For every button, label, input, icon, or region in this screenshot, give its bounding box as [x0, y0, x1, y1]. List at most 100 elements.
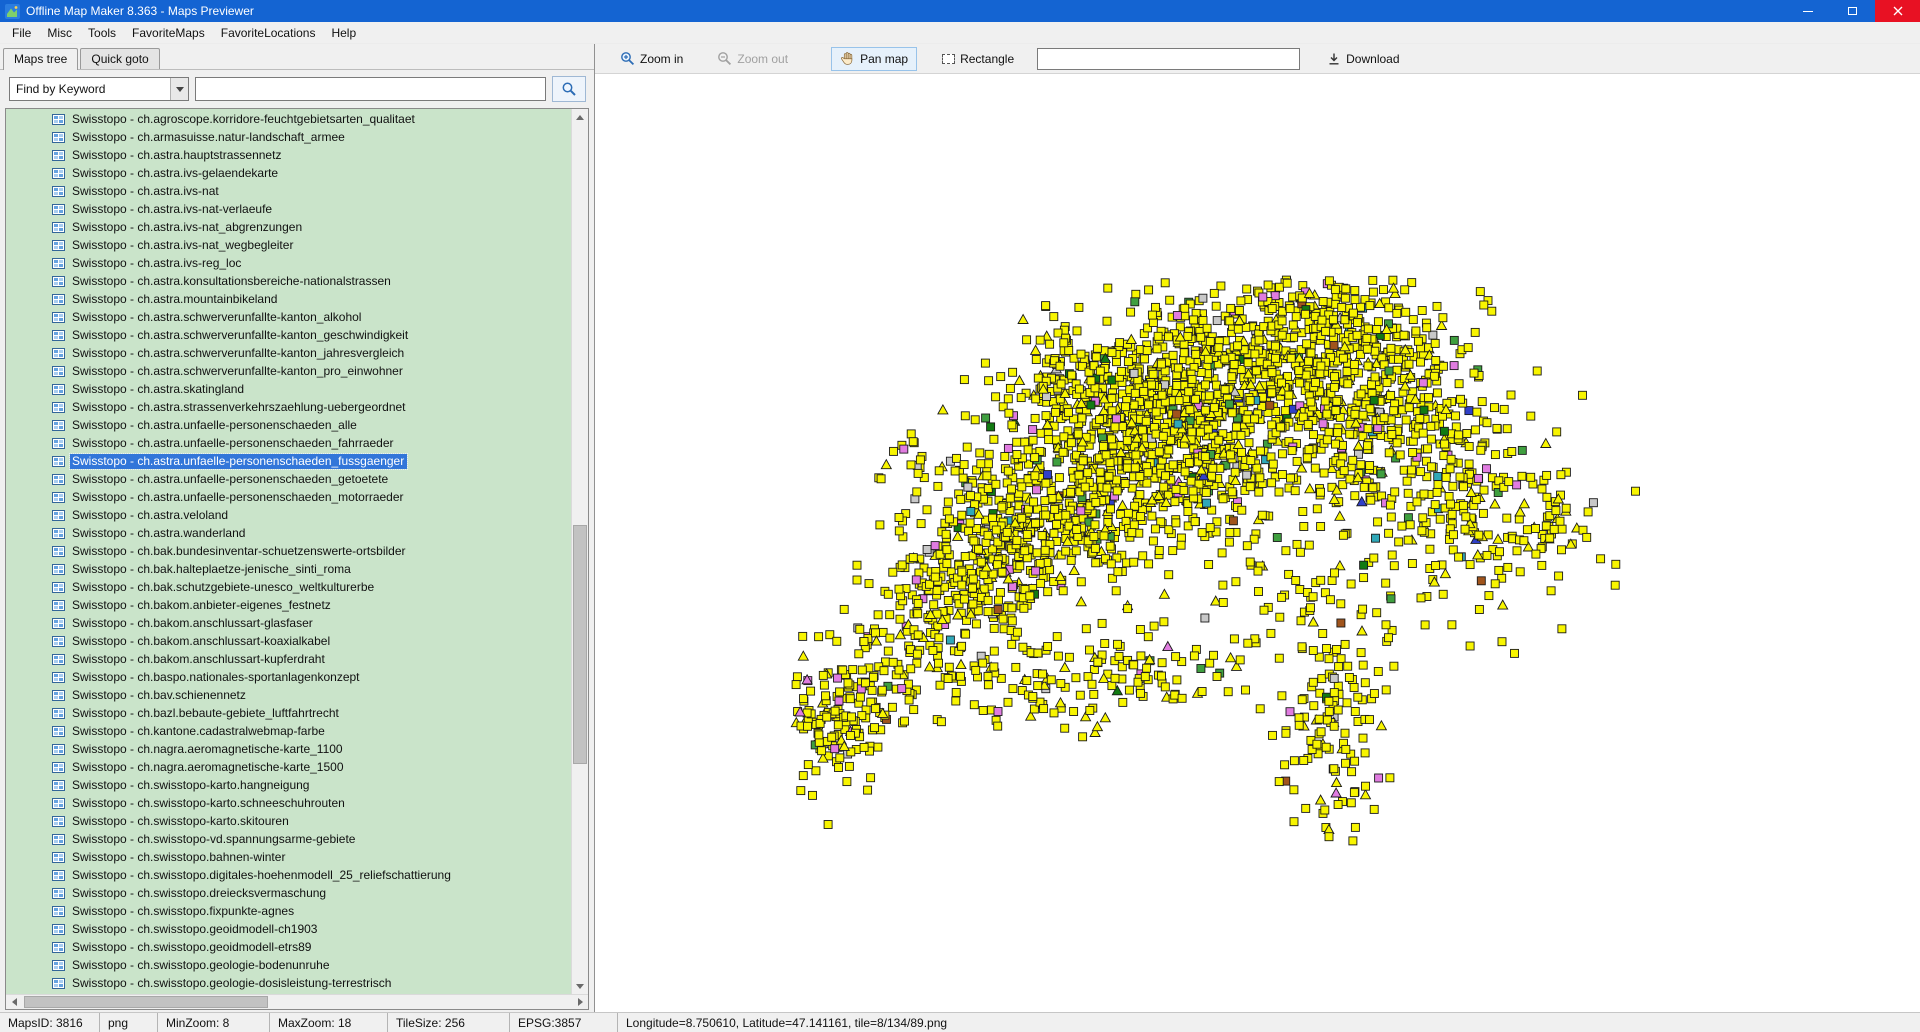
tab-quick-goto[interactable]: Quick goto	[80, 48, 160, 69]
tree-item[interactable]: Swisstopo - ch.astra.unfaelle-personensc…	[6, 452, 571, 470]
tree-item[interactable]: Swisstopo - ch.swisstopo.geologie-dosisl…	[6, 974, 571, 992]
tree-item[interactable]: Swisstopo - ch.bakom.anschlussart-koaxia…	[6, 632, 571, 650]
tree-item[interactable]: Swisstopo - ch.astra.unfaelle-personensc…	[6, 416, 571, 434]
search-input[interactable]	[195, 77, 546, 101]
tree-item-label: Swisstopo - ch.bak.bundesinventar-schuet…	[72, 543, 406, 558]
tree-item[interactable]: Swisstopo - ch.astra.ivs-nat	[6, 182, 571, 200]
tree-item[interactable]: Swisstopo - ch.astra.schwerverunfallte-k…	[6, 344, 571, 362]
tree-item[interactable]: Swisstopo - ch.bakom.anschlussart-glasfa…	[6, 614, 571, 632]
menu-misc[interactable]: Misc	[39, 24, 80, 42]
map-toolbar-input[interactable]	[1037, 47, 1301, 70]
scroll-left-button[interactable]	[6, 995, 22, 1009]
pan-map-button[interactable]: Pan map	[831, 46, 918, 71]
tree-item[interactable]: Swisstopo - ch.astra.ivs-reg_loc	[6, 254, 571, 272]
scroll-up-button[interactable]	[572, 109, 588, 125]
tree-item-label: Swisstopo - ch.swisstopo.digitales-hoehe…	[72, 867, 451, 882]
map-layer-icon	[52, 617, 65, 630]
tree-item[interactable]: Swisstopo - ch.bav.schienennetz	[6, 686, 571, 704]
tree-item[interactable]: Swisstopo - ch.astra.strassenverkehrszae…	[6, 398, 571, 416]
tree-item[interactable]: Swisstopo - ch.astra.schwerverunfallte-k…	[6, 362, 571, 380]
tree-item[interactable]: Swisstopo - ch.astra.ivs-gelaendekarte	[6, 164, 571, 182]
map-layer-icon	[52, 383, 65, 396]
arrow-down-icon	[576, 983, 584, 989]
tree-item[interactable]: Swisstopo - ch.swisstopo-karto.skitouren	[6, 812, 571, 830]
tree-item[interactable]: Swisstopo - ch.swisstopo.geologie-bodenu…	[6, 956, 571, 974]
status-maps-id: MapsID: 3816	[0, 1013, 100, 1032]
download-button[interactable]: Download	[1318, 47, 1408, 71]
tree-item[interactable]: Swisstopo - ch.astra.wanderland	[6, 524, 571, 542]
tree-item[interactable]: Swisstopo - ch.astra.schwerverunfallte-k…	[6, 326, 571, 344]
map-viewport[interactable]	[595, 74, 1920, 1012]
tree-item[interactable]: Swisstopo - ch.astra.ivs-nat-verlaeufe	[6, 200, 571, 218]
search-button[interactable]	[552, 76, 586, 102]
tree-item[interactable]: Swisstopo - ch.astra.skatingland	[6, 380, 571, 398]
menu-tools[interactable]: Tools	[80, 24, 124, 42]
zoom-in-button[interactable]: Zoom in	[611, 47, 692, 71]
tree-item[interactable]: Swisstopo - ch.astra.mountainbikeland	[6, 290, 571, 308]
tree-item-label: Swisstopo - ch.astra.schwerverunfallte-k…	[72, 327, 409, 342]
tree-item[interactable]: Swisstopo - ch.nagra.aeromagnetische-kar…	[6, 740, 571, 758]
tree-horizontal-scrollbar[interactable]	[6, 994, 588, 1009]
find-mode-dropdown[interactable]: Find by Keyword	[9, 77, 189, 101]
tree-item[interactable]: Swisstopo - ch.armasuisse.natur-landscha…	[6, 128, 571, 146]
tree-item[interactable]: Swisstopo - ch.swisstopo.geoidmodell-etr…	[6, 938, 571, 956]
tree-item[interactable]: Swisstopo - ch.bak.bundesinventar-schuet…	[6, 542, 571, 560]
tree-item[interactable]: Swisstopo - ch.swisstopo.digitales-hoehe…	[6, 866, 571, 884]
tree-item[interactable]: Swisstopo - ch.swisstopo.dreiecksvermasc…	[6, 884, 571, 902]
map-layer-icon	[52, 491, 65, 504]
menu-help[interactable]: Help	[323, 24, 364, 42]
map-layer-icon	[52, 923, 65, 936]
tree-item-label: Swisstopo - ch.astra.veloland	[72, 507, 229, 522]
tree-vertical-scrollbar[interactable]	[571, 109, 588, 994]
tree-item[interactable]: Swisstopo - ch.nagra.aeromagnetische-kar…	[6, 758, 571, 776]
menu-file[interactable]: File	[4, 24, 39, 42]
menu-favoritelocations[interactable]: FavoriteLocations	[213, 24, 324, 42]
tab-row: Maps tree Quick goto	[0, 44, 594, 70]
horizontal-scroll-thumb[interactable]	[24, 996, 269, 1008]
map-layer-icon	[52, 221, 65, 234]
map-layer-icon	[52, 401, 65, 414]
rectangle-button[interactable]: Rectangle	[933, 47, 1023, 71]
arrow-right-icon	[577, 998, 583, 1006]
menu-favoritemaps[interactable]: FavoriteMaps	[124, 24, 213, 42]
tree-item[interactable]: Swisstopo - ch.bazl.bebaute-gebiete_luft…	[6, 704, 571, 722]
tree-item[interactable]: Swisstopo - ch.astra.ivs-nat_wegbegleite…	[6, 236, 571, 254]
tree-item[interactable]: Swisstopo - ch.astra.veloland	[6, 506, 571, 524]
tree-item[interactable]: Swisstopo - ch.kantone.cadastralwebmap-f…	[6, 722, 571, 740]
tree-item[interactable]: Swisstopo - ch.swisstopo.fixpunkte-agnes	[6, 902, 571, 920]
tree-item[interactable]: Swisstopo - ch.astra.hauptstrassennetz	[6, 146, 571, 164]
maximize-button[interactable]	[1830, 0, 1875, 22]
minimize-button[interactable]	[1785, 0, 1830, 22]
tree-item[interactable]: Swisstopo - ch.baspo.nationales-sportanl…	[6, 668, 571, 686]
tree-item-label: Swisstopo - ch.swisstopo.geoidmodell-ch1…	[72, 921, 318, 936]
tree-item[interactable]: Swisstopo - ch.astra.ivs-nat_abgrenzunge…	[6, 218, 571, 236]
vertical-scroll-thumb[interactable]	[573, 524, 587, 764]
rectangle-label: Rectangle	[960, 51, 1015, 66]
tree-item[interactable]: Swisstopo - ch.agroscope.korridore-feuch…	[6, 110, 571, 128]
tree-item[interactable]: Swisstopo - ch.swisstopo-vd.spannungsarm…	[6, 830, 571, 848]
tree-item[interactable]: Swisstopo - ch.astra.konsultationsbereic…	[6, 272, 571, 290]
titlebar: Offline Map Maker 8.363 - Maps Previewer	[0, 0, 1920, 22]
close-button[interactable]	[1875, 0, 1920, 22]
tree-item[interactable]: Swisstopo - ch.bak.schutzgebiete-unesco_…	[6, 578, 571, 596]
tree-item[interactable]: Swisstopo - ch.bakom.anbieter-eigenes_fe…	[6, 596, 571, 614]
zoom-out-button[interactable]: Zoom out	[708, 47, 797, 71]
tree-item[interactable]: Swisstopo - ch.swisstopo-karto.schneesch…	[6, 794, 571, 812]
scroll-right-button[interactable]	[572, 995, 588, 1009]
tree-item[interactable]: Swisstopo - ch.astra.schwerverunfallte-k…	[6, 308, 571, 326]
map-layer-icon	[52, 779, 65, 792]
tree-item[interactable]: Swisstopo - ch.swisstopo.geoidmodell-ch1…	[6, 920, 571, 938]
tree-item-label: Swisstopo - ch.agroscope.korridore-feuch…	[72, 111, 415, 126]
tree-item[interactable]: Swisstopo - ch.bakom.anschlussart-kupfer…	[6, 650, 571, 668]
scroll-down-button[interactable]	[572, 978, 588, 994]
map-layer-icon	[52, 941, 65, 954]
tree-item[interactable]: Swisstopo - ch.astra.unfaelle-personensc…	[6, 434, 571, 452]
tree-item-label: Swisstopo - ch.swisstopo-vd.spannungsarm…	[72, 831, 356, 846]
tree-item[interactable]: Swisstopo - ch.bak.halteplaetze-jenische…	[6, 560, 571, 578]
tree-item[interactable]: Swisstopo - ch.swisstopo.bahnen-winter	[6, 848, 571, 866]
tree-item[interactable]: Swisstopo - ch.swisstopo-karto.hangneigu…	[6, 776, 571, 794]
dropdown-button[interactable]	[170, 78, 188, 100]
tree-item[interactable]: Swisstopo - ch.astra.unfaelle-personensc…	[6, 470, 571, 488]
tree-item[interactable]: Swisstopo - ch.astra.unfaelle-personensc…	[6, 488, 571, 506]
tab-maps-tree[interactable]: Maps tree	[3, 48, 79, 70]
